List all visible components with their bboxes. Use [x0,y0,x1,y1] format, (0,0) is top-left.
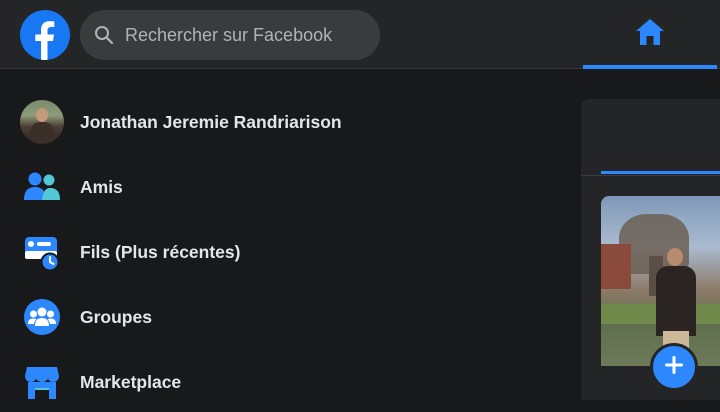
groups-icon [20,295,64,339]
sidebar-item-label: Jonathan Jeremie Randriarison [80,111,342,132]
search-bar[interactable]: Rechercher sur Facebook [80,10,380,60]
home-icon [634,17,666,52]
sidebar-item-label: Amis [80,176,123,197]
plus-icon [663,354,685,381]
search-input[interactable]: Rechercher sur Facebook [125,25,332,46]
marketplace-icon [20,360,64,404]
sidebar-item-groups[interactable]: Groupes [10,287,550,347]
sidebar-item-feeds[interactable]: Fils (Plus récentes) [10,222,550,282]
sidebar-item-label: Marketplace [80,371,182,392]
create-story-button[interactable] [650,343,698,391]
friends-icon [20,165,64,209]
sidebar-item-label: Fils (Plus récentes) [80,241,241,262]
top-navigation-bar: Rechercher sur Facebook [0,0,720,69]
story-card[interactable] [601,196,720,366]
profile-avatar [20,100,64,144]
sidebar-item-marketplace[interactable]: Marketplace [10,352,550,412]
avatar [20,100,64,144]
divider [581,175,720,176]
feeds-icon [20,230,64,274]
active-tab-indicator [601,171,720,174]
sidebar-item-amis[interactable]: Amis [10,157,550,217]
tab-home[interactable] [583,0,717,69]
active-tab-indicator [583,65,717,69]
sidebar-item-profile[interactable]: Jonathan Jeremie Randriarison [10,92,550,152]
stories-panel [581,99,720,400]
sidebar-item-label: Groupes [80,306,152,327]
search-icon [94,24,116,46]
facebook-logo-icon[interactable] [20,10,70,60]
